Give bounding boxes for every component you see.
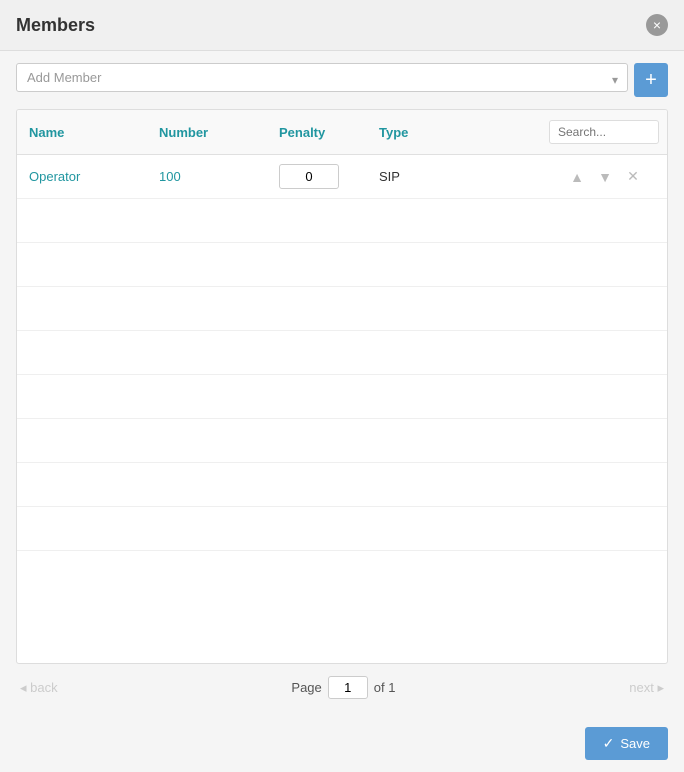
search-input[interactable] <box>549 120 659 144</box>
move-down-icon[interactable]: ▼ <box>595 167 615 187</box>
table-row <box>17 331 667 375</box>
add-member-select-wrapper: Add Member <box>16 63 628 97</box>
member-name[interactable]: Operator <box>17 155 147 199</box>
add-member-select[interactable]: Add Member <box>16 63 628 92</box>
table-row <box>17 375 667 419</box>
table-row <box>17 243 667 287</box>
close-button[interactable]: × <box>646 14 668 36</box>
member-number: 100 <box>147 155 267 199</box>
page-header: Members × <box>0 0 684 51</box>
col-penalty: Penalty <box>267 110 367 155</box>
table-row <box>17 551 667 595</box>
move-up-icon[interactable]: ▲ <box>567 167 587 187</box>
next-button[interactable]: next ▸ <box>629 680 664 696</box>
members-page: Members × Add Member + Name Number Penal… <box>0 0 684 772</box>
page-of: of 1 <box>374 680 396 695</box>
table-header-row: Name Number Penalty Type <box>17 110 667 155</box>
add-member-button[interactable]: + <box>634 63 668 97</box>
col-type: Type <box>367 110 487 155</box>
table-row <box>17 419 667 463</box>
pagination: ◂ back Page of 1 next ▸ <box>16 664 668 707</box>
members-table: Name Number Penalty Type Operator 100 <box>17 110 667 595</box>
members-table-wrapper: Name Number Penalty Type Operator 100 <box>16 109 668 664</box>
table-row <box>17 199 667 243</box>
save-button[interactable]: ✓ Save <box>585 727 668 760</box>
col-search <box>487 110 667 155</box>
col-name: Name <box>17 110 147 155</box>
main-content: Add Member + Name Number Penalty Type <box>0 51 684 719</box>
save-checkmark-icon: ✓ <box>603 735 615 752</box>
table-row: Operator 100 SIP ▲ ▼ ✕ <box>17 155 667 199</box>
save-label: Save <box>620 736 650 751</box>
member-penalty-cell <box>267 155 367 199</box>
col-number: Number <box>147 110 267 155</box>
table-row <box>17 507 667 551</box>
add-member-row: Add Member + <box>16 63 668 97</box>
back-button[interactable]: ◂ back <box>20 680 58 696</box>
table-row <box>17 463 667 507</box>
page-title: Members <box>16 15 95 36</box>
delete-icon[interactable]: ✕ <box>623 167 643 187</box>
table-row <box>17 287 667 331</box>
page-info: Page of 1 <box>291 676 395 699</box>
row-actions: ▲ ▼ ✕ <box>499 167 655 187</box>
page-label: Page <box>291 680 321 695</box>
penalty-input[interactable] <box>279 164 339 189</box>
page-number-input[interactable] <box>328 676 368 699</box>
member-type: SIP <box>367 155 487 199</box>
footer: ✓ Save <box>0 719 684 772</box>
